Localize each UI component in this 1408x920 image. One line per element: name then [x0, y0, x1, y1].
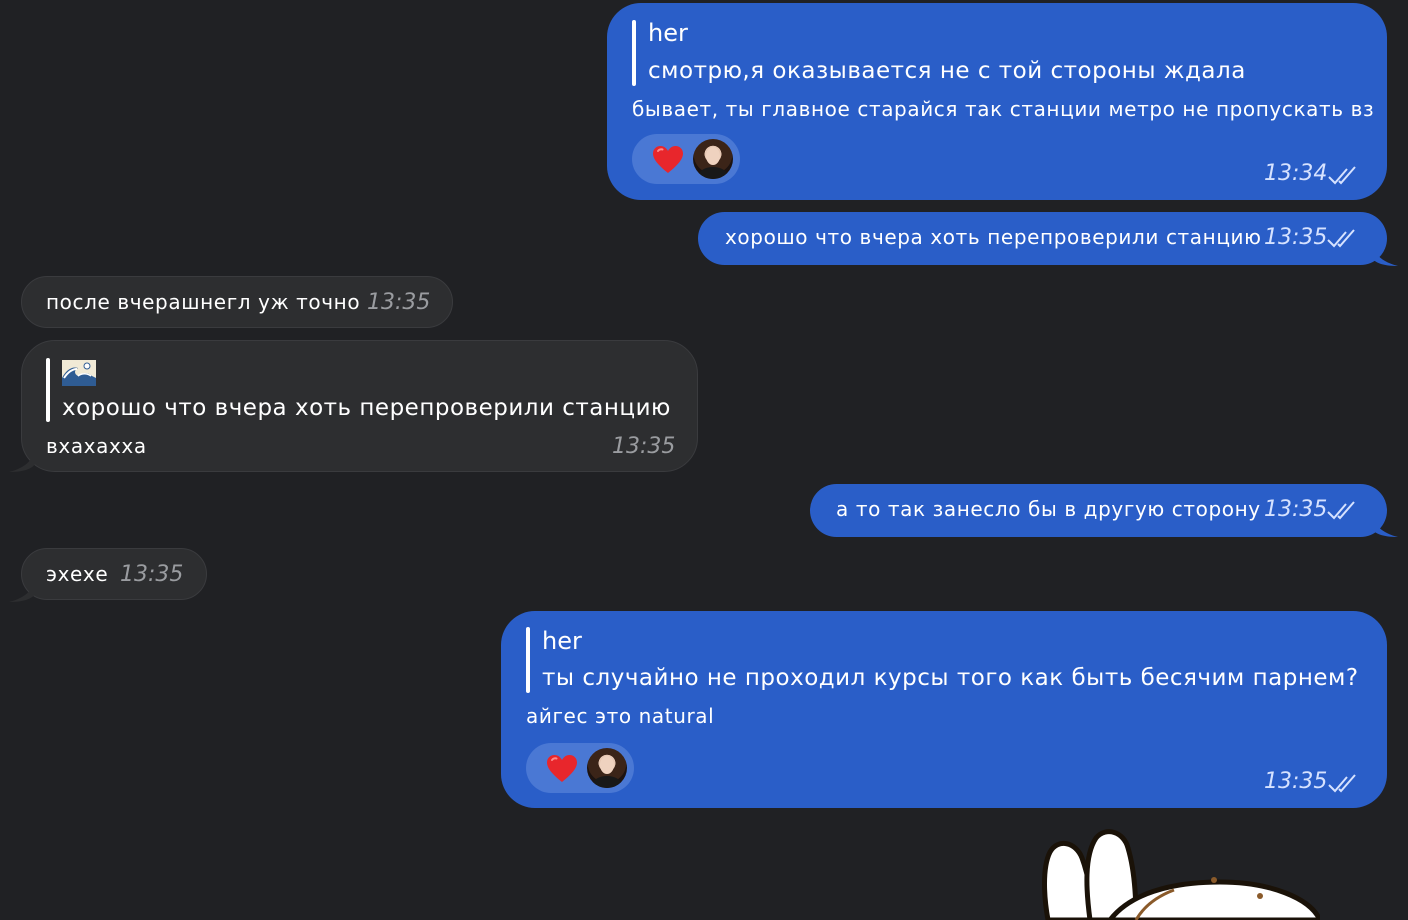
bunny-ears-sticker[interactable] — [1040, 828, 1320, 920]
message-outgoing[interactable]: хорошо что вчера хоть перепроверили стан… — [698, 212, 1387, 265]
message-text: хорошо что вчера хоть перепроверили стан… — [725, 225, 1262, 249]
message-time: 13:35 — [1264, 497, 1328, 522]
heart-icon — [547, 755, 577, 782]
message-incoming[interactable]: хорошо что вчера хоть перепроверили стан… — [21, 340, 698, 472]
message-time: 13:35 — [612, 434, 676, 459]
message-outgoing[interactable]: her смотрю,я оказывается не с той сторон… — [607, 3, 1387, 200]
reactor-avatar[interactable] — [693, 139, 733, 179]
double-check-icon — [1327, 501, 1355, 520]
message-text: айгес это natural — [526, 704, 715, 728]
wave-emoji-icon — [62, 360, 96, 386]
reply-quote-bar — [46, 358, 50, 422]
bubble-tail — [1372, 244, 1398, 266]
message-text: после вчерашнегл уж точно — [46, 290, 361, 314]
heart-icon — [653, 146, 683, 173]
message-time: 13:34 — [1264, 161, 1328, 186]
reply-text[interactable]: ты случайно не проходил курсы того как б… — [542, 665, 1359, 691]
bubble-tail — [1372, 515, 1398, 537]
reaction-pill[interactable] — [526, 743, 634, 793]
message-outgoing[interactable]: а то так занесло бы в другую сторону 13:… — [810, 484, 1387, 537]
message-outgoing[interactable]: her ты случайно не проходил курсы того к… — [501, 611, 1387, 808]
double-check-icon — [1328, 166, 1356, 185]
bubble-tail — [9, 450, 35, 472]
message-time: 13:35 — [120, 562, 184, 587]
reply-quote-bar — [526, 627, 530, 693]
message-incoming[interactable]: после вчерашнегл уж точно 13:35 — [21, 276, 453, 328]
message-text: вхахахха — [46, 434, 147, 458]
double-check-icon — [1328, 774, 1356, 793]
chat-history: her смотрю,я оказывается не с той сторон… — [0, 0, 1408, 920]
double-check-icon — [1327, 229, 1355, 248]
message-text: бывает, ты главное старайся так станции … — [632, 97, 1375, 121]
message-text: а то так занесло бы в другую сторону — [836, 497, 1261, 521]
reactor-avatar[interactable] — [587, 748, 627, 788]
bubble-tail — [9, 580, 35, 602]
message-time: 13:35 — [1264, 225, 1328, 250]
message-time: 13:35 — [367, 290, 431, 315]
message-incoming[interactable]: эхехе 13:35 — [21, 548, 207, 600]
reply-author[interactable]: her — [648, 19, 688, 47]
message-time: 13:35 — [1264, 769, 1328, 794]
reaction-pill[interactable] — [632, 134, 740, 184]
reply-text[interactable]: смотрю,я оказывается не с той стороны жд… — [648, 58, 1246, 84]
reply-quote-bar — [632, 20, 636, 86]
reply-text[interactable]: хорошо что вчера хоть перепроверили стан… — [62, 395, 671, 421]
message-text: эхехе — [46, 562, 109, 586]
reply-author[interactable]: her — [542, 627, 582, 655]
